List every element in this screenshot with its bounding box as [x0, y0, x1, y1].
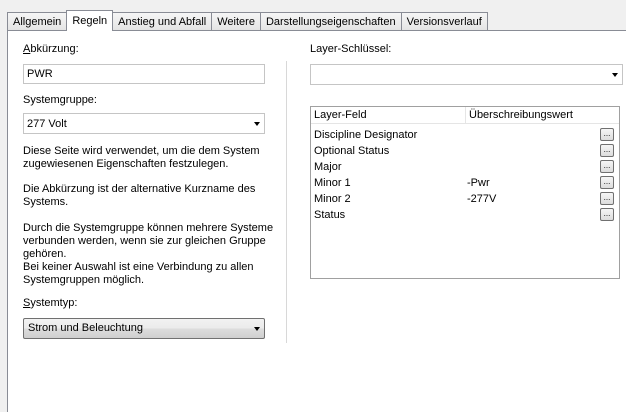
system-type-value: Strom und Beleuchtung — [28, 322, 143, 334]
system-group-select[interactable]: 277 Volt — [23, 113, 265, 134]
ellipsis-button[interactable]: ... — [600, 208, 614, 221]
description-paragraph-3: Durch die Systemgruppe können mehrere Sy… — [23, 222, 274, 286]
list-header: Layer-Feld Überschreibungswert — [311, 107, 619, 124]
chevron-down-icon — [254, 327, 260, 331]
tab-versionsverlauf[interactable]: Versionsverlauf — [401, 12, 488, 31]
tab-regeln[interactable]: Regeln — [66, 10, 114, 31]
layer-field-name: Minor 1 — [314, 177, 351, 189]
column-header-override-value[interactable]: Überschreibungswert — [465, 107, 619, 124]
abbreviation-label: Abkürzung: — [23, 43, 79, 55]
layer-field-name: Optional Status — [314, 145, 390, 157]
column-divider — [286, 61, 287, 343]
tab-page-regeln: Abkürzung: PWR Systemgruppe: 277 Volt Di… — [7, 30, 626, 412]
layer-field-name: Minor 2 — [314, 193, 351, 205]
list-item[interactable]: Status ... — [311, 207, 619, 223]
system-type-select[interactable]: Strom und Beleuchtung — [23, 318, 265, 339]
override-value: -277V — [467, 193, 497, 205]
layer-key-label: Layer-Schlüssel: — [310, 43, 392, 55]
tab-darstellungseigenschaften[interactable]: Darstellungseigenschaften — [260, 12, 402, 31]
description-paragraph-2: Die Abkürzung ist der alternative Kurzna… — [23, 183, 256, 208]
list-item[interactable]: Discipline Designator ... — [311, 127, 619, 143]
ellipsis-button[interactable]: ... — [600, 128, 614, 141]
layer-field-name: Major — [314, 161, 342, 173]
abbreviation-input[interactable]: PWR — [23, 64, 265, 84]
list-item[interactable]: Major ... — [311, 159, 619, 175]
layer-key-select[interactable] — [310, 64, 623, 85]
system-type-label: Systemtyp: — [23, 297, 78, 309]
override-value: -Pwr — [467, 177, 490, 189]
ellipsis-button[interactable]: ... — [600, 176, 614, 189]
layer-field-list[interactable]: Layer-Feld Überschreibungswert Disciplin… — [310, 106, 620, 279]
layer-field-name: Discipline Designator — [314, 129, 418, 141]
description-paragraph-1: Diese Seite wird verwendet, um die dem S… — [23, 145, 260, 170]
list-item[interactable]: Minor 1 -Pwr ... — [311, 175, 619, 191]
column-header-layer-field[interactable]: Layer-Feld — [311, 107, 465, 124]
ellipsis-button[interactable]: ... — [600, 144, 614, 157]
tab-allgemein[interactable]: Allgemein — [7, 12, 68, 31]
chevron-down-icon — [254, 122, 260, 126]
system-group-label: Systemgruppe: — [23, 94, 97, 106]
list-item[interactable]: Optional Status ... — [311, 143, 619, 159]
tab-weitere[interactable]: Weitere — [212, 12, 261, 31]
system-group-value: 277 Volt — [27, 118, 67, 130]
tab-strip: Allgemein Regeln Anstieg und Abfall Weit… — [7, 10, 488, 31]
ellipsis-button[interactable]: ... — [600, 160, 614, 173]
chevron-down-icon — [612, 73, 618, 77]
ellipsis-button[interactable]: ... — [600, 192, 614, 205]
tab-anstieg-und-abfall[interactable]: Anstieg und Abfall — [113, 12, 213, 31]
list-item[interactable]: Minor 2 -277V ... — [311, 191, 619, 207]
layer-field-name: Status — [314, 209, 346, 221]
